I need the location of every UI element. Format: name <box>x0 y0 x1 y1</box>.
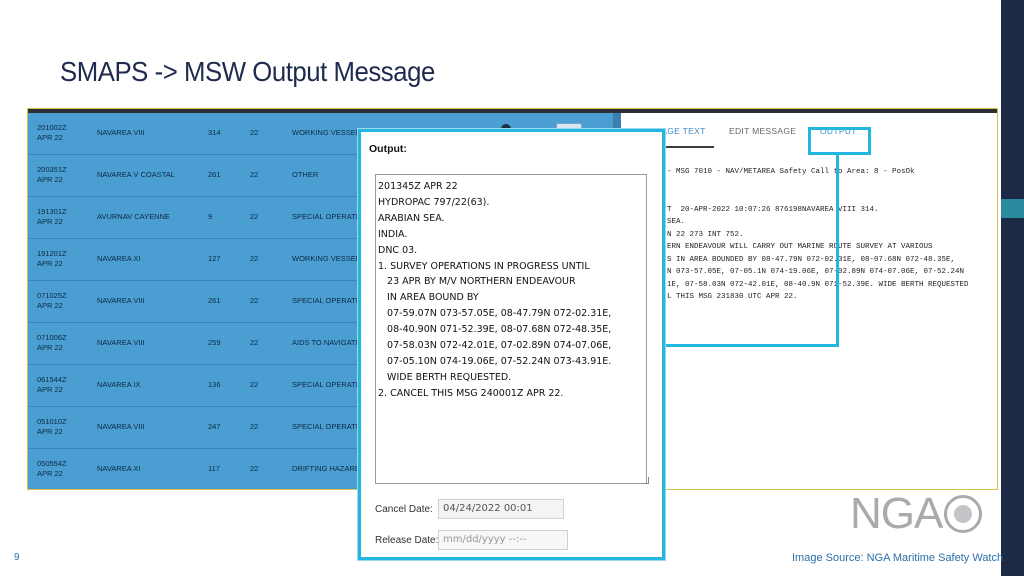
row-number: 127 <box>208 254 221 263</box>
row-type: WORKING VESSEL <box>292 254 360 263</box>
slide-side-accent <box>1001 199 1024 218</box>
row-number: 259 <box>208 338 221 347</box>
row-number: 136 <box>208 380 221 389</box>
callout-connector-horizontal <box>664 344 839 347</box>
output-title: Output: <box>369 143 407 155</box>
row-date: 191301Z APR 22 <box>37 207 67 226</box>
message-text-line: 1E, 07-58.03N 072-42.01E, 08-40.9N 071-5… <box>667 280 969 289</box>
row-area: AVURNAV CAYENNE <box>97 212 170 221</box>
output-message-textarea[interactable]: 201345Z APR 22 HYDROPAC 797/22(63). ARAB… <box>375 174 647 484</box>
row-year: 22 <box>250 212 259 221</box>
message-text-line: L THIS MSG 231830 UTC APR 22. <box>667 293 798 301</box>
message-text-line: S IN AREA BOUNDED BY 08-47.79N 072-02.31… <box>667 255 956 264</box>
row-area: NAVAREA XI <box>97 464 141 473</box>
tab-edit-message[interactable]: EDIT MESSAGE <box>729 126 796 136</box>
row-year: 22 <box>250 338 259 347</box>
row-date: 201002Z APR 22 <box>37 123 67 142</box>
row-year: 22 <box>250 170 259 179</box>
row-number: 247 <box>208 422 221 431</box>
message-text-line: - MSG 7010 - NAV/METAREA Safety Call to … <box>667 168 915 176</box>
row-type: OTHER <box>292 170 319 179</box>
row-area: NAVAREA VIII <box>97 338 145 347</box>
row-area: NAVAREA VIII <box>97 422 145 431</box>
callout-connector-vertical <box>836 155 839 347</box>
nga-seal-icon <box>944 495 983 533</box>
nga-logo: NGA <box>850 489 983 538</box>
row-type: SPECIAL OPERATIO <box>292 296 364 305</box>
row-year: 22 <box>250 464 259 473</box>
row-date: 071006Z APR 22 <box>37 333 67 352</box>
row-area: NAVAREA IX <box>97 380 141 389</box>
row-area: NAVAREA VIII <box>97 128 145 137</box>
page-number: 9 <box>14 552 20 563</box>
row-date: 200351Z APR 22 <box>37 165 67 184</box>
row-date: 191201Z APR 22 <box>37 249 67 268</box>
message-text-line: SEA. <box>667 218 686 226</box>
row-type: SPECIAL OPERATIO <box>292 422 364 431</box>
row-area: NAVAREA VIII <box>97 296 145 305</box>
textarea-resize-icon[interactable] <box>642 477 649 484</box>
row-type: AIDS TO NAVIGATIO <box>292 338 364 347</box>
row-number: 314 <box>208 128 221 137</box>
row-type: DRIFTING HAZARD <box>292 464 361 473</box>
nga-logo-text: NGA <box>850 489 943 538</box>
row-area: NAVAREA XI <box>97 254 141 263</box>
message-detail-panel: MESSAGE TEXT EDIT MESSAGE OUTPUT - MSG 7… <box>621 113 997 489</box>
row-number: 9 <box>208 212 213 221</box>
output-popup: Output: 201345Z APR 22 HYDROPAC 797/22(6… <box>358 129 665 560</box>
row-area: NAVAREA V COASTAL <box>97 170 175 179</box>
message-text-line: ERN ENDEAVOUR WILL CARRY OUT MARINE ROUT… <box>667 243 933 251</box>
release-date-label: Release Date: <box>375 535 439 546</box>
row-date: 051010Z APR 22 <box>37 417 67 436</box>
message-text-line: T 20-APR-2022 10:07:26 876198NAVAREA VII… <box>667 205 879 214</box>
release-date-field[interactable]: mm/dd/yyyy --:-- <box>438 530 568 550</box>
slide-side-bar <box>1001 0 1024 576</box>
row-type: SPECIAL OPERATIO <box>292 212 364 221</box>
row-type: WORKING VESSEL <box>292 128 360 137</box>
row-number: 261 <box>208 296 221 305</box>
row-date: 071025Z APR 22 <box>37 291 67 310</box>
row-year: 22 <box>250 128 259 137</box>
row-year: 22 <box>250 296 259 305</box>
output-tab-highlight <box>808 127 871 155</box>
row-year: 22 <box>250 422 259 431</box>
row-number: 261 <box>208 170 221 179</box>
cancel-date-label: Cancel Date: <box>375 504 433 515</box>
message-text-line: N 22 273 INT 752. <box>667 230 744 239</box>
row-type: SPECIAL OPERATIO <box>292 380 364 389</box>
row-year: 22 <box>250 254 259 263</box>
message-text-line: N 073-57.05E, 07-05.1N 074-19.06E, 07-02… <box>667 268 965 276</box>
image-source-caption: Image Source: NGA Maritime Safety Watch <box>792 552 1004 564</box>
cancel-date-field[interactable]: 04/24/2022 00:01 <box>438 499 564 519</box>
row-date: 050554Z APR 22 <box>37 459 67 478</box>
row-date: 061544Z APR 22 <box>37 375 67 394</box>
slide-title: SMAPS -> MSW Output Message <box>60 56 435 87</box>
row-year: 22 <box>250 380 259 389</box>
row-number: 117 <box>208 464 220 473</box>
